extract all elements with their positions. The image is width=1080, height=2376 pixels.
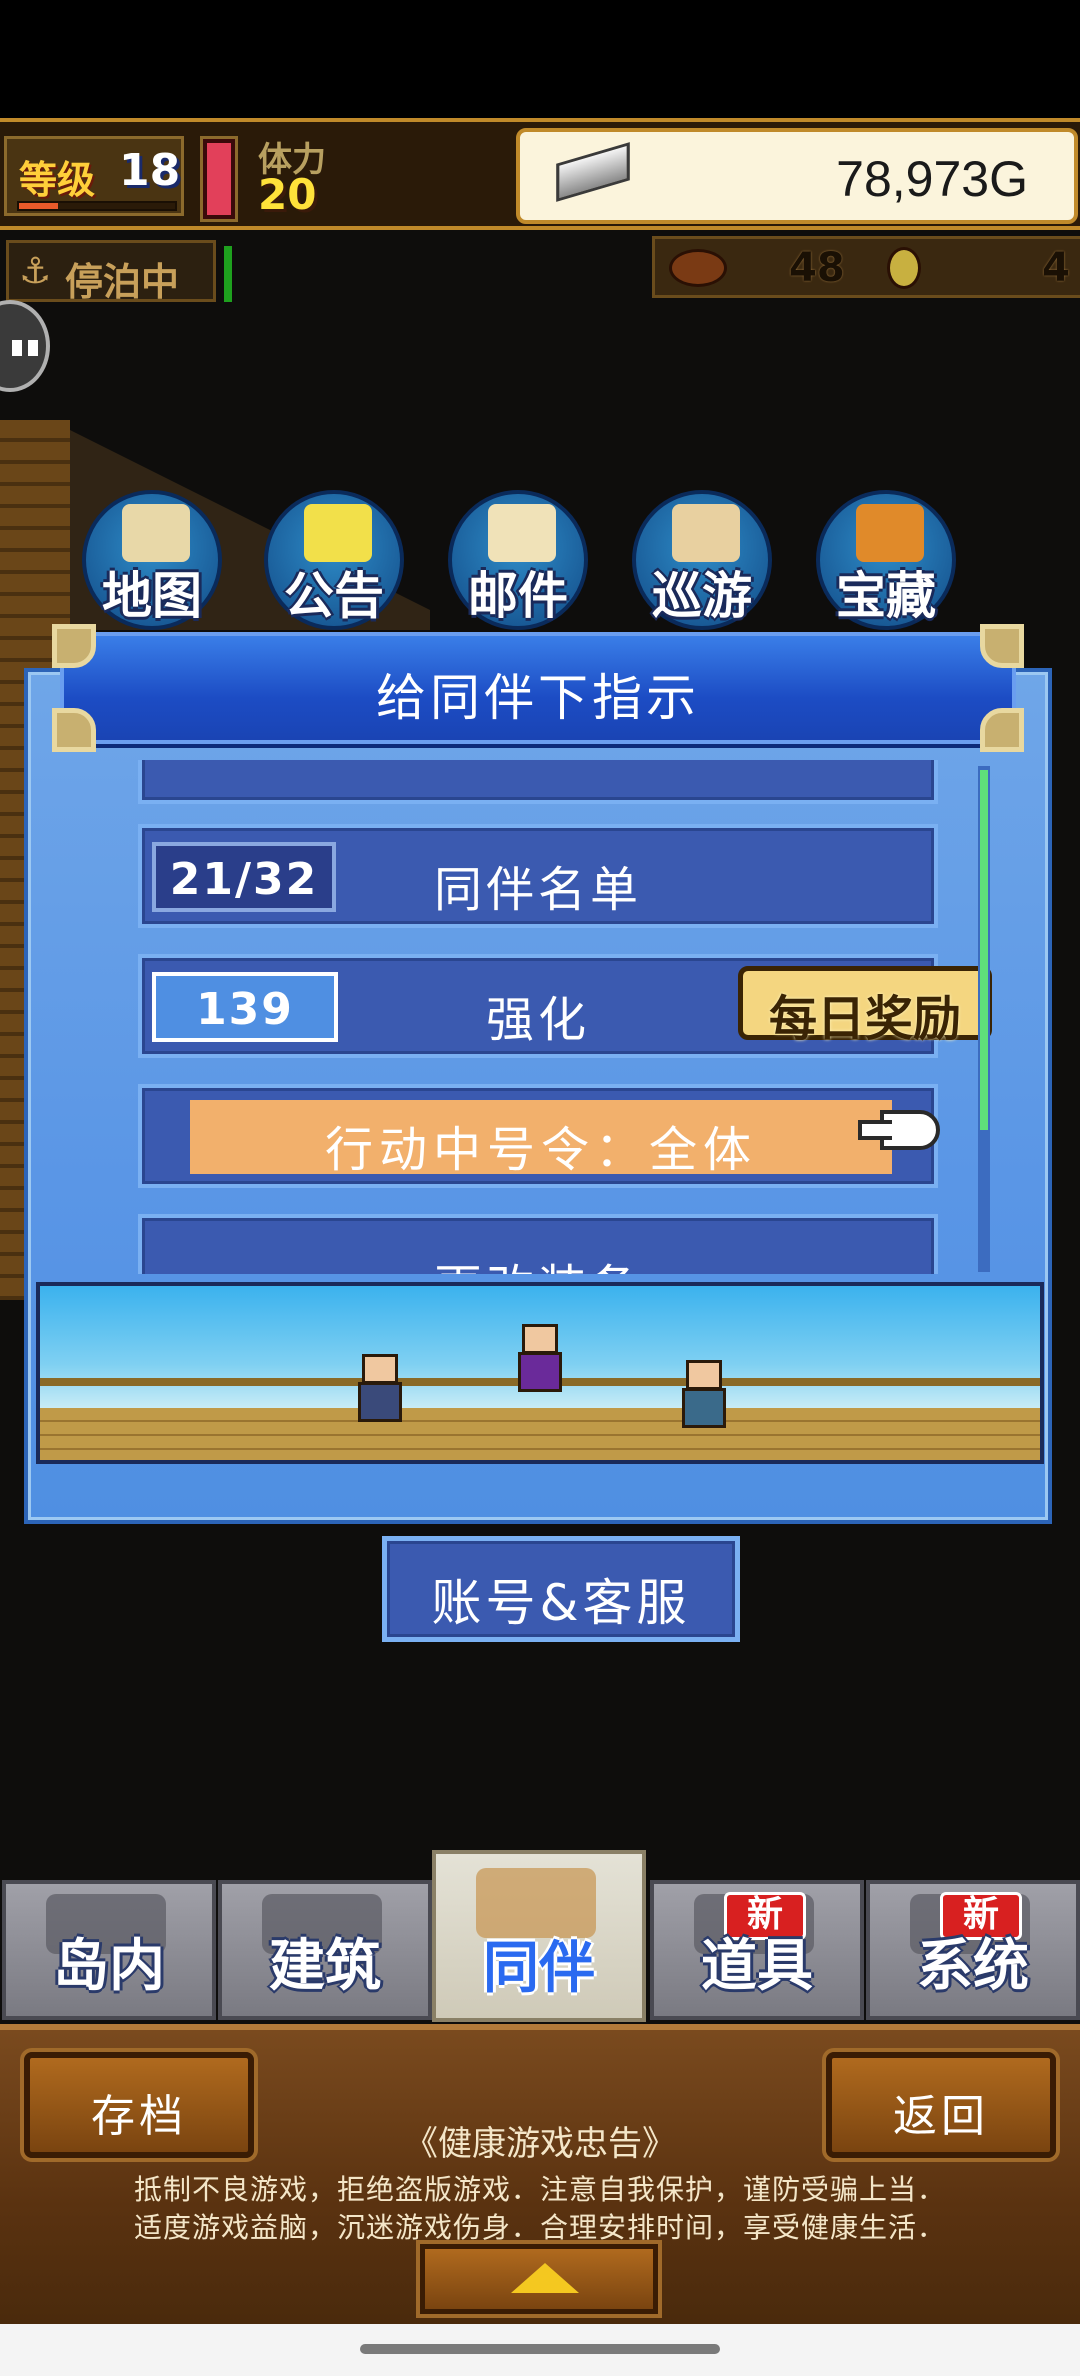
health-notice-line: 适度游戏益脑，沉迷游戏伤身．合理安排时间，享受健康生活．: [133, 2211, 946, 2244]
stamina-value: 20: [258, 170, 317, 219]
experience-bar-fill: [19, 203, 58, 209]
scrollbar-thumb[interactable]: [980, 770, 988, 1130]
account-service-label: 账号&客服: [431, 1574, 691, 1632]
sprite-head: [362, 1354, 398, 1384]
roster-button[interactable]: 21/32 同伴名单: [138, 824, 938, 928]
menu-treasure-button[interactable]: 宝藏: [816, 490, 956, 630]
level-panel: 等级 18: [4, 136, 184, 216]
level-label: 等级: [19, 158, 96, 202]
sprite-head: [686, 1360, 722, 1390]
docked-label: 停泊中: [65, 260, 180, 304]
medal-icon: [887, 247, 921, 289]
menu-notice-label: 公告: [284, 567, 384, 625]
roster-label: 同伴名单: [433, 862, 642, 918]
map-icon: [122, 504, 190, 562]
tab-items[interactable]: 新 道具: [650, 1880, 864, 2020]
account-service-button[interactable]: 账号&客服: [382, 1536, 740, 1642]
dialog-title: 给同伴下指示: [376, 669, 700, 727]
experience-bar: [17, 201, 177, 211]
food-value: 48: [789, 245, 845, 291]
equipment-label: 更改装备: [142, 1248, 934, 1274]
menu-map-button[interactable]: 地图: [82, 490, 222, 630]
chat-bubble-icon[interactable]: [0, 300, 50, 392]
tab-island[interactable]: 岛内: [2, 1880, 216, 2020]
anchor-icon: ⚓: [19, 251, 52, 292]
mail-icon: [488, 504, 556, 562]
menu-notice-button[interactable]: 公告: [264, 490, 404, 630]
wizard-sprite: [350, 1346, 410, 1426]
tab-companions[interactable]: 同伴: [432, 1850, 646, 2022]
health-notice-title: 《健康游戏忠告》: [404, 2124, 676, 2164]
docked-status: ⚓ 停泊中: [6, 240, 216, 304]
home-indicator[interactable]: [360, 2344, 720, 2354]
menu-map-label: 地图: [102, 567, 202, 625]
tab-items-label: 道具: [701, 1934, 813, 1999]
list-item-partial[interactable]: [138, 760, 938, 804]
notice-board-icon: [304, 504, 372, 562]
tab-buildings[interactable]: 建筑: [218, 1880, 432, 2020]
sprite-body: [682, 1388, 726, 1428]
order-selected[interactable]: 行动中号令：全体: [190, 1100, 892, 1178]
status-bar: [0, 0, 1080, 118]
menu-cruise-label: 巡游: [652, 567, 752, 625]
companion-scene: [36, 1282, 1044, 1464]
deck-floor: [40, 1408, 1040, 1460]
tab-island-label: 岛内: [53, 1934, 165, 1999]
tab-buildings-label: 建筑: [269, 1934, 381, 1999]
menu-mail-label: 邮件: [468, 567, 568, 625]
silver-bar-icon: [556, 142, 630, 202]
money-panel[interactable]: 78,973G: [516, 128, 1078, 224]
stamina-gauge-fill: [207, 143, 231, 215]
menu-mail-button[interactable]: 邮件: [448, 490, 588, 630]
docked-marker: [224, 246, 232, 302]
sprite-body: [358, 1382, 402, 1422]
up-arrow-icon: [511, 2263, 579, 2293]
ship-icon: [672, 504, 740, 562]
pointing-hand-icon: [858, 1110, 940, 1150]
ninja-sprite: [510, 1316, 570, 1396]
medal-value: 4: [1042, 245, 1070, 291]
expand-up-button[interactable]: [420, 2244, 658, 2314]
stamina-gauge: [200, 136, 238, 222]
menu-cruise-button[interactable]: 巡游: [632, 490, 772, 630]
menu-treasure-label: 宝藏: [836, 567, 936, 625]
resource-panel: 48 4: [652, 236, 1080, 298]
tab-system-label: 系统: [917, 1934, 1029, 1999]
dialog-title-bar: 给同伴下指示: [52, 624, 1024, 752]
fighter-sprite: [674, 1352, 734, 1432]
daily-reward-badge[interactable]: 每日奖励: [738, 966, 992, 1047]
sprite-body: [518, 1352, 562, 1392]
order-label: 行动中号令：全体: [324, 1122, 757, 1178]
treasure-chest-icon: [856, 504, 924, 562]
sprite-head: [522, 1324, 558, 1354]
tab-system[interactable]: 新 系统: [866, 1880, 1080, 2020]
daily-reward-label: 每日奖励: [768, 991, 961, 1047]
food-icon: [669, 249, 727, 287]
top-hud: 等级 18 体力 20 78,973G: [0, 118, 1080, 230]
money-value: 78,973G: [836, 151, 1028, 207]
tab-companions-label: 同伴: [483, 1936, 595, 2001]
health-notice-line: 抵制不良游戏，拒绝盗版游戏．注意自我保护，谨防受骗上当．: [133, 2173, 946, 2206]
level-value: 18: [119, 145, 181, 196]
equipment-button[interactable]: 更改装备: [138, 1214, 938, 1274]
